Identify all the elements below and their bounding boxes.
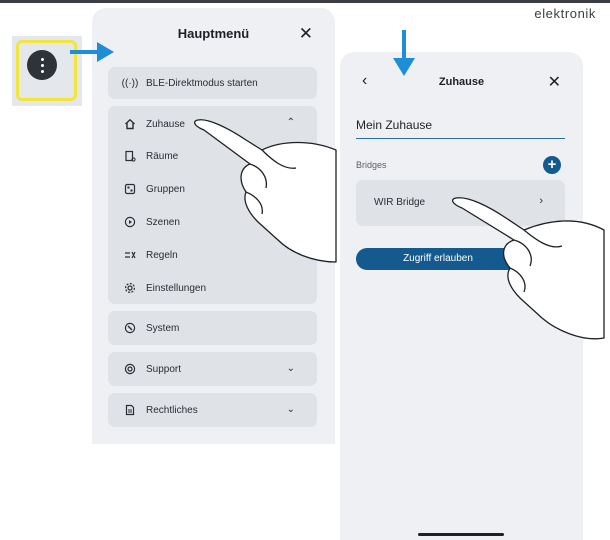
- menu-item-legal[interactable]: Rechtliches ⌄: [108, 393, 317, 427]
- rules-icon: [124, 249, 136, 261]
- support-icon: [124, 363, 136, 375]
- main-menu-screen: Hauptmenü ✕ ((·)) BLE-Direktmodus starte…: [92, 8, 335, 444]
- ble-mode-item[interactable]: ((·)) BLE-Direktmodus starten: [108, 67, 317, 99]
- bridge-name: WIR Bridge: [374, 197, 426, 208]
- menu-button-highlight: [12, 36, 82, 106]
- rooms-icon: [124, 150, 136, 162]
- grant-access-button[interactable]: Zugriff erlauben: [356, 248, 520, 270]
- menu-close-icon[interactable]: ✕: [299, 24, 313, 44]
- menu-item-label: Gruppen: [146, 183, 185, 195]
- dot-icon: [40, 69, 44, 73]
- dot-icon: [40, 63, 44, 67]
- chevron-down-icon[interactable]: ⌄: [287, 363, 295, 374]
- brand-wordmark: elektronik: [534, 6, 596, 21]
- ble-mode-label: BLE-Direktmodus starten: [146, 77, 258, 89]
- chevron-right-icon: ›: [539, 195, 543, 207]
- bridge-item[interactable]: WIR Bridge ›: [356, 180, 565, 226]
- groups-icon: [124, 183, 136, 195]
- home-name-field[interactable]: Mein Zuhause: [356, 118, 565, 139]
- menu-item-label: Räume: [146, 150, 179, 162]
- home-indicator: [418, 533, 504, 536]
- menu-item-support[interactable]: Support ⌄: [108, 352, 317, 386]
- add-bridge-icon[interactable]: +: [543, 156, 561, 174]
- chevron-down-icon[interactable]: ⌄: [287, 404, 295, 415]
- top-rule: [0, 0, 610, 3]
- system-label: System: [146, 322, 180, 334]
- home-group-card: Zuhause ⌃ Räume Gruppen Szenen Regeln Ei…: [108, 106, 317, 304]
- home-close-icon[interactable]: ✕: [548, 72, 561, 92]
- scenes-icon: [124, 216, 136, 228]
- menu-item-label: Einstellungen: [146, 282, 207, 294]
- menu-item-scenes[interactable]: Szenen: [124, 216, 180, 228]
- home-group-label: Zuhause: [146, 118, 185, 130]
- system-icon: [124, 322, 136, 334]
- home-title: Zuhause: [438, 76, 485, 88]
- menu-item-rooms[interactable]: Räume: [124, 150, 178, 162]
- menu-item-system[interactable]: System: [108, 311, 317, 345]
- settings-icon: [124, 282, 136, 294]
- home-screen: ‹ Zuhause ✕ Mein Zuhause Bridges + WIR B…: [340, 52, 583, 540]
- menu-item-label: Regeln: [146, 249, 178, 261]
- more-menu-button[interactable]: [27, 50, 57, 80]
- document-icon: [124, 404, 136, 416]
- home-group-header[interactable]: Zuhause: [124, 118, 185, 130]
- menu-item-settings[interactable]: Einstellungen: [124, 282, 206, 294]
- ble-signal-icon: ((·)): [121, 77, 139, 89]
- legal-label: Rechtliches: [146, 404, 198, 416]
- menu-item-label: Szenen: [146, 216, 180, 228]
- chevron-up-icon[interactable]: ⌃: [287, 117, 295, 128]
- menu-item-groups[interactable]: Gruppen: [124, 183, 185, 195]
- dot-icon: [40, 57, 44, 61]
- bridges-section-label: Bridges: [356, 160, 387, 170]
- home-icon: [124, 118, 136, 130]
- menu-item-rules[interactable]: Regeln: [124, 249, 178, 261]
- support-label: Support: [146, 363, 182, 375]
